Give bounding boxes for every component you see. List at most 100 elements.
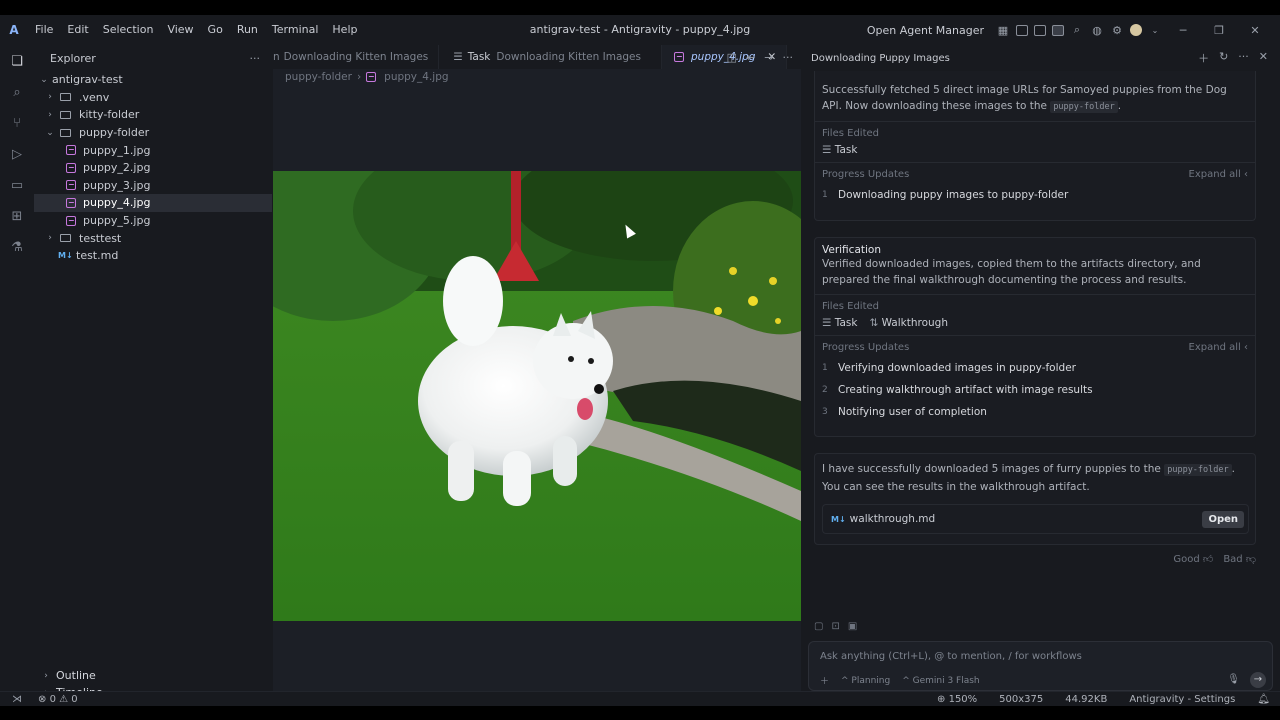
testing-icon[interactable]: ⚗ [9,239,25,255]
file-label: Task [834,317,858,329]
menu-terminal[interactable]: Terminal [265,15,326,45]
tree-item-puppy-folder[interactable]: ⌄ puppy-folder [34,124,272,142]
menu-selection[interactable]: Selection [96,15,161,45]
tree-item-puppy-3[interactable]: puppy_3.jpg [34,177,272,195]
tree-item-puppy-2[interactable]: puppy_2.jpg [34,159,272,177]
globe-icon[interactable]: ◍ [1090,23,1104,37]
progress-item: 3 Notifying user of completion [822,401,1248,423]
folder-icon [60,234,71,243]
gear-icon[interactable]: ⚙ [1110,23,1124,37]
chevron-down-icon[interactable]: ⌄ [1148,23,1162,37]
problems-indicator[interactable]: ⊗ 0 ⚠ 0 [38,694,78,705]
artifact-row[interactable]: M↓ walkthrough.md Open [822,504,1249,534]
title-bar: A File Edit Selection View Go Run Termin… [0,15,1280,45]
history-icon[interactable]: ↻ [1219,50,1228,66]
toggle-secondary-sidebar-icon[interactable] [1052,24,1064,36]
final-message-card: I have successfully downloaded 5 images … [814,453,1256,545]
files-edited-label: Files Edited [822,301,1248,312]
settings-link[interactable]: Antigravity - Settings [1129,694,1235,705]
remote-icon[interactable]: ⋊ [12,694,22,705]
split-editor-icon[interactable]: ◫ [727,51,737,64]
file-context-icon[interactable]: ▢ [814,621,823,632]
good-feedback-button[interactable]: Good 👍︎ [1173,553,1213,565]
more-actions-icon[interactable]: ··· [250,52,261,65]
new-chat-icon[interactable]: ＋ [1198,50,1209,66]
tree-item-puppy-4[interactable]: puppy_4.jpg [34,194,272,212]
mode-selector[interactable]: ^ Planning [841,676,890,686]
bad-feedback-button[interactable]: Bad 👎︎ [1223,553,1256,565]
zoom-icon: ⊕ [937,694,946,705]
walkthrough-icon: ⇅ [869,317,882,329]
menu-run[interactable]: Run [230,15,265,45]
maximize-icon[interactable]: ❐ [1204,24,1234,37]
warning-icon: ⚠ [59,693,69,705]
add-context-icon[interactable]: ＋ [820,674,829,687]
image-dimensions: 500x375 [999,694,1044,705]
tab-task-kitten[interactable]: ☰ Task Downloading Kitten Images [439,45,662,69]
open-agent-manager-button[interactable]: Open Agent Manager [867,24,984,37]
search-icon[interactable]: ⌕ [1070,23,1084,37]
tree-item-test-md[interactable]: M↓ test.md [34,247,272,265]
menu-bar: File Edit Selection View Go Run Terminal… [28,15,364,45]
step-card-verification: Verification Verified downloaded images,… [814,237,1256,437]
progress-label: Progress Updates [822,169,910,180]
explorer-icon[interactable]: ❏ [9,53,25,69]
expand-all-button[interactable]: Expand all ‹ [1189,342,1248,353]
menu-file[interactable]: File [28,15,60,45]
go-back-icon[interactable]: ← [746,51,755,64]
menu-edit[interactable]: Edit [60,15,95,45]
tab-kitten-images[interactable]: n Downloading Kitten Images [273,45,440,69]
search-icon[interactable]: ⌕ [9,84,25,100]
bell-icon[interactable]: 🔔︎ [1257,694,1270,705]
tree-item-puppy-1[interactable]: puppy_1.jpg [34,141,272,159]
progress-section: Progress Updates Expand all ‹ 1 Download… [815,163,1255,212]
open-artifact-button[interactable]: Open [1202,510,1244,528]
file-task-link[interactable]: ☰ Task [822,317,857,329]
close-panel-icon[interactable]: ✕ [1259,50,1268,66]
tree-item-kitty-folder[interactable]: › kitty-folder [34,106,272,124]
more-actions-icon[interactable]: ··· [1238,50,1249,66]
chevron-down-icon: ⌄ [40,74,48,85]
toggle-panel-icon[interactable] [1034,24,1046,36]
tree-item-label: puppy-folder [79,126,150,140]
tree-item-label: puppy_2.jpg [83,161,151,175]
run-debug-icon[interactable]: ▷ [9,146,25,162]
chat-input[interactable]: Ask anything (Ctrl+L), @ to mention, / f… [808,641,1273,691]
menu-view[interactable]: View [160,15,200,45]
remote-explorer-icon[interactable]: ▭ [9,177,25,193]
file-task-link[interactable]: ☰ Task [822,144,857,156]
go-forward-icon[interactable]: → [764,51,773,64]
extensions-icon[interactable]: ⊞ [9,208,25,224]
tree-item-venv[interactable]: › .venv [34,89,272,107]
terminal-context-icon[interactable]: ⊡ [831,621,839,632]
menu-go[interactable]: Go [201,15,230,45]
send-button[interactable]: → [1250,672,1266,688]
final-message: I have successfully downloaded 5 images … [815,454,1255,502]
title-bar-actions: Open Agent Manager ▦ ⌕ ◍ ⚙ ⌄ ─ ❐ ✕ [867,15,1280,45]
menu-help[interactable]: Help [325,15,364,45]
toggle-sidebar-icon[interactable] [1016,24,1028,36]
outline-section[interactable]: › Outline [34,667,272,684]
breadcrumb-folder[interactable]: puppy-folder [285,71,352,83]
microphone-icon[interactable]: 🎙︎ [1227,674,1240,685]
browser-context-icon[interactable]: ▣ [848,621,857,632]
zoom-indicator[interactable]: ⊕ 150% [937,694,977,705]
layout-grid-icon[interactable]: ▦ [996,23,1010,37]
close-window-icon[interactable]: ✕ [1240,24,1270,37]
source-control-icon[interactable]: ⑂ [9,115,25,131]
model-selector[interactable]: ^ Gemini 3 Flash [902,676,979,686]
expand-all-button[interactable]: Expand all ‹ [1189,169,1248,180]
step-text: Successfully fetched 5 direct image URLs… [822,84,1227,112]
image-file-icon [674,52,684,62]
tree-item-puppy-5[interactable]: puppy_5.jpg [34,212,272,230]
tree-item-testtest[interactable]: › testtest [34,229,272,247]
progress-number: 1 [822,190,828,200]
tab-prefix: n [273,51,280,63]
minimize-icon[interactable]: ─ [1168,24,1198,37]
breadcrumb-file[interactable]: puppy_4.jpg [384,71,448,83]
more-actions-icon[interactable]: ··· [783,51,794,64]
agent-header: Downloading Puppy Images ＋ ↻ ··· ✕ [802,45,1280,71]
avatar[interactable] [1130,24,1142,36]
file-walkthrough-link[interactable]: ⇅ Walkthrough [869,317,948,329]
tree-root[interactable]: ⌄ antigrav-test [34,71,272,89]
